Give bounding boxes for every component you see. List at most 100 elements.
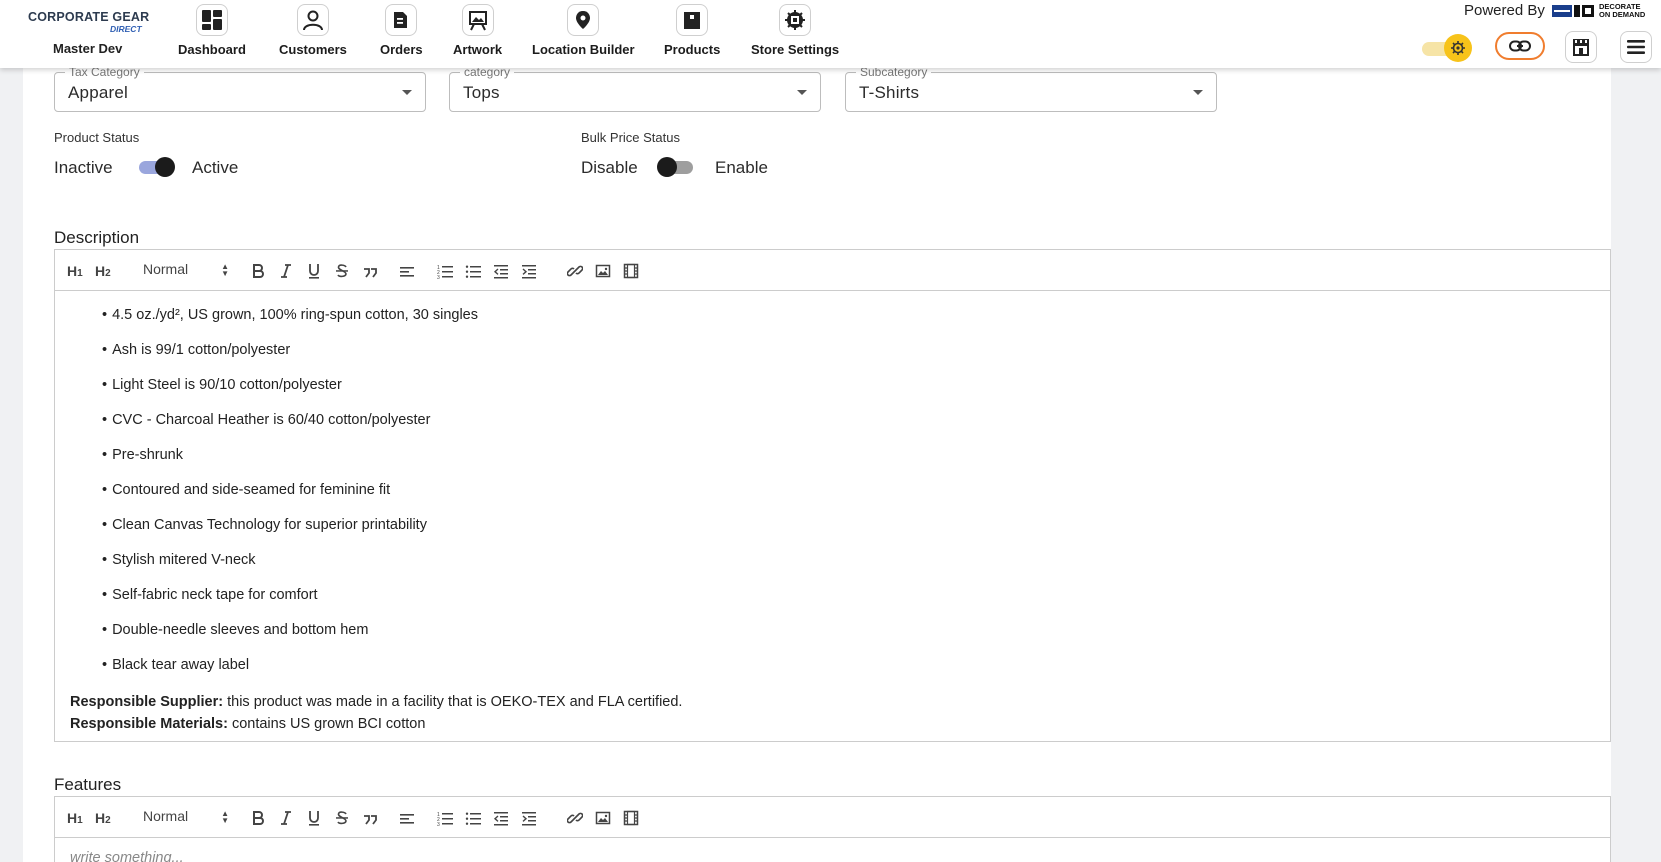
ordered-list-icon: 123 (437, 812, 453, 826)
switch-knob (155, 157, 175, 177)
outdent-button[interactable] (493, 807, 509, 829)
underline-button[interactable] (307, 807, 321, 829)
ordered-list-button[interactable]: 123 (437, 260, 453, 282)
category-value: Tops (463, 83, 500, 102)
insert-image-button[interactable] (595, 260, 611, 282)
nav-item-products[interactable]: Products (664, 4, 720, 64)
storefront-button[interactable] (1565, 31, 1597, 63)
bold-button[interactable] (251, 807, 265, 829)
bullet-list-button[interactable] (465, 260, 481, 282)
responsible-supplier-label: Responsible Supplier: (70, 694, 224, 710)
underline-button[interactable] (307, 260, 321, 282)
description-editor: H1 H2 Normal▲▼ 123 4.5 oz./yd², US grown… (54, 249, 1611, 742)
heading-1-sub: 1 (77, 814, 83, 826)
subcategory-select[interactable]: Subcategory T-Shirts (845, 65, 1217, 112)
text-format-value: Normal (143, 261, 189, 277)
ordered-list-button[interactable]: 123 (437, 807, 453, 829)
nav-item-dashboard[interactable]: Dashboard (178, 4, 246, 64)
decorate-on-demand-logo: DECORATE ON DEMAND (1552, 3, 1652, 19)
list-item: Self-fabric neck tape for comfort (102, 585, 1595, 620)
category-select[interactable]: category Tops (449, 65, 821, 112)
bulk-price-status-switch[interactable] (657, 156, 695, 178)
copy-link-button[interactable] (1495, 32, 1545, 60)
italic-icon (281, 264, 291, 278)
insert-link-button[interactable] (567, 260, 583, 282)
italic-button[interactable] (279, 807, 293, 829)
italic-icon (281, 811, 291, 825)
brand-logo[interactable]: CORPORATE GEAR (28, 10, 158, 24)
description-content[interactable]: 4.5 oz./yd², US grown, 100% ring-spun co… (55, 291, 1610, 749)
heading-2-button[interactable]: H2 (95, 807, 111, 829)
underline-icon (309, 811, 319, 826)
nav-item-location-builder[interactable]: Location Builder (532, 4, 635, 64)
image-icon (595, 811, 611, 825)
bullet-list-icon (465, 265, 481, 278)
list-item: Ash is 99/1 cotton/polyester (102, 340, 1595, 375)
up-down-arrows-icon: ▲ ▼ (221, 262, 229, 278)
insert-video-button[interactable] (623, 807, 639, 829)
brand[interactable]: CORPORATE GEAR DIRECT Master Dev (28, 10, 158, 56)
text-format-select[interactable]: Normal ▲ ▼ (143, 808, 231, 825)
insert-video-button[interactable] (623, 260, 639, 282)
theme-toggle[interactable] (1422, 34, 1472, 62)
outdent-icon (493, 812, 508, 826)
outdent-button[interactable] (493, 260, 509, 282)
align-button[interactable] (399, 260, 415, 282)
bullet-list-button[interactable] (465, 807, 481, 829)
product-status-label: Product Status (54, 130, 140, 145)
italic-button[interactable] (279, 260, 293, 282)
indent-button[interactable] (521, 260, 537, 282)
strikethrough-button[interactable] (335, 807, 349, 829)
nav-item-store-settings[interactable]: Store Settings (751, 4, 839, 64)
responsible-materials-text: contains US grown BCI cotton (227, 716, 426, 732)
user-icon (296, 4, 329, 36)
list-item: Clean Canvas Technology for superior pri… (102, 515, 1595, 550)
product-status-switch[interactable] (137, 156, 175, 178)
align-button[interactable] (399, 807, 415, 829)
description-toolbar: H1 H2 Normal ▲ ▼ 123 (55, 250, 1610, 291)
heading-1-button[interactable]: H1 (67, 807, 83, 829)
bullet-list-icon (465, 812, 481, 825)
hamburger-menu-icon (1627, 40, 1645, 54)
top-navigation-bar: CORPORATE GEAR DIRECT Master Dev Dashboa… (0, 0, 1661, 68)
heading-1-button[interactable]: H1 (67, 260, 83, 282)
blockquote-button[interactable] (363, 260, 377, 282)
powered-by-text: Powered By (1464, 2, 1545, 19)
strikethrough-button[interactable] (335, 260, 349, 282)
features-input[interactable]: write something... (55, 838, 1610, 862)
strikethrough-icon (336, 264, 348, 278)
insert-image-button[interactable] (595, 807, 611, 829)
box-icon (676, 4, 709, 36)
features-toolbar: H1 H2 Normal ▲ ▼ 123 (55, 797, 1610, 838)
insert-link-button[interactable] (567, 807, 583, 829)
bulk-price-status-off-text: Disable (581, 158, 638, 177)
heading-2-sub: 2 (105, 267, 111, 279)
link-icon (567, 812, 583, 824)
switch-knob (657, 157, 677, 177)
nav-item-artwork[interactable]: Artwork (453, 4, 502, 64)
subcategory-value: T-Shirts (859, 83, 920, 102)
text-format-select[interactable]: Normal ▲ ▼ (143, 261, 231, 278)
quote-icon (364, 268, 377, 278)
heading-2-label: H (95, 263, 106, 279)
blockquote-button[interactable] (363, 807, 377, 829)
indent-button[interactable] (521, 807, 537, 829)
product-status-on-text: Active (192, 158, 239, 177)
powered-brand-line2: ON DEMAND (1599, 10, 1646, 19)
artwork-icon (461, 4, 494, 36)
link-icon (567, 265, 583, 277)
tax-category-select[interactable]: Tax Category Apparel (54, 65, 426, 112)
list-item: Double-needle sleeves and bottom hem (102, 620, 1595, 655)
heading-2-button[interactable]: H2 (95, 260, 111, 282)
nav-item-orders[interactable]: Orders (380, 4, 423, 64)
bold-icon (253, 264, 264, 278)
list-item: Light Steel is 90/10 cotton/polyester (102, 375, 1595, 410)
video-icon (623, 263, 639, 279)
bold-button[interactable] (251, 260, 265, 282)
nav-item-customers[interactable]: Customers (279, 4, 347, 64)
main-menu-button[interactable] (1620, 31, 1652, 63)
responsible-supplier-line: Responsible Supplier: this product was m… (70, 691, 1595, 713)
orders-icon (385, 4, 418, 36)
tax-category-value: Apparel (68, 83, 128, 102)
list-item: Black tear away label (102, 655, 1595, 690)
